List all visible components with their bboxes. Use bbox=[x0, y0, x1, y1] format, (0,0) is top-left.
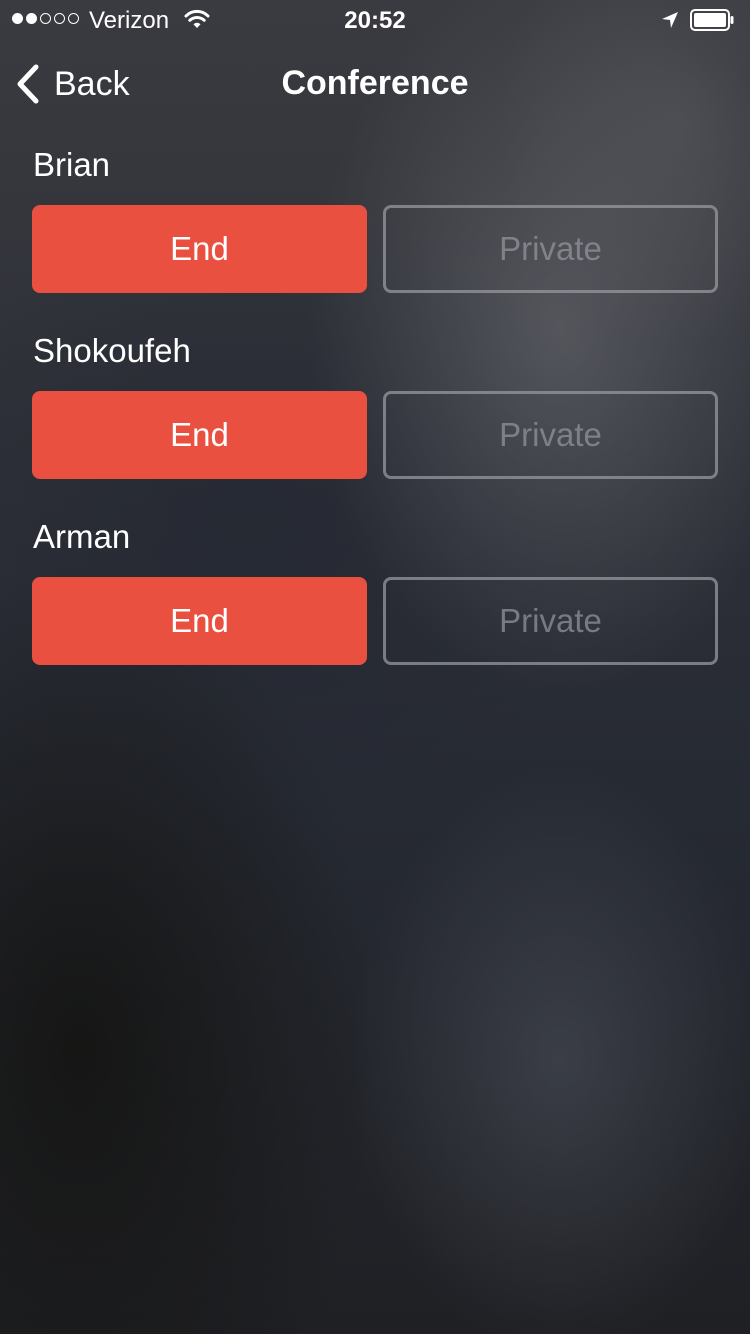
page-title: Conference bbox=[281, 64, 469, 102]
battery-icon bbox=[690, 9, 734, 31]
end-call-button[interactable]: End bbox=[32, 391, 367, 479]
end-call-button[interactable]: End bbox=[32, 205, 367, 293]
participant-name: Shokoufeh bbox=[33, 332, 191, 369]
blurred-background bbox=[0, 0, 750, 1334]
status-bar: Verizon 20:52 bbox=[0, 0, 750, 40]
participant-name: Arman bbox=[33, 518, 131, 555]
navigation-bar: Back Conference bbox=[0, 40, 750, 128]
private-button[interactable]: Private bbox=[383, 391, 718, 479]
location-arrow-icon bbox=[662, 12, 678, 28]
participant-name: Brian bbox=[33, 146, 111, 183]
end-call-button[interactable]: End bbox=[32, 577, 367, 665]
private-button[interactable]: Private bbox=[383, 577, 718, 665]
status-time: 20:52 bbox=[344, 7, 406, 34]
private-button[interactable]: Private bbox=[383, 205, 718, 293]
